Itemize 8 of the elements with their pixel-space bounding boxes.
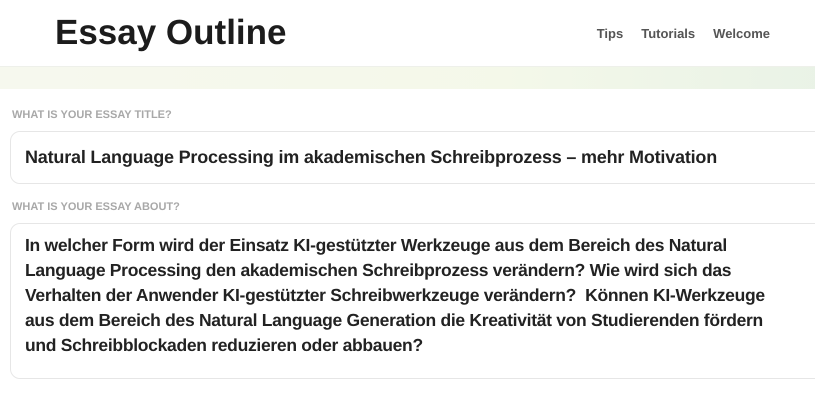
nav-link[interactable]: Welcome — [713, 26, 770, 40]
text-area[interactable]: In welcher Form wird der Einsatz KI-gestützter Werkzeuge aus dem Bereich des Natural Language Processing den akademischen Schreibprozess verändern? Wie wird sich das Verhalten der Anwender KI-gestützter Schreibwerkzeuge verändern? Können KI-Werkzeuge aus dem Bereich des Natural Language Generation die Kreativität von Studierenden fördern und Schreibblockaden reduzieren oder abbauen? — [10, 223, 815, 379]
field-label: WHAT IS YOUR ESSAY ABOUT? — [12, 201, 181, 213]
input-field[interactable]: Natural Language Processing im akademischen Schreibprozess – mehr Motivation — [10, 131, 815, 184]
field-label: WHAT IS YOUR ESSAY TITLE? — [12, 109, 173, 121]
nav-link[interactable]: Tutorials — [641, 26, 696, 40]
page-title: Essay Outline — [55, 13, 286, 53]
nav-link[interactable]: Tips — [596, 26, 624, 40]
